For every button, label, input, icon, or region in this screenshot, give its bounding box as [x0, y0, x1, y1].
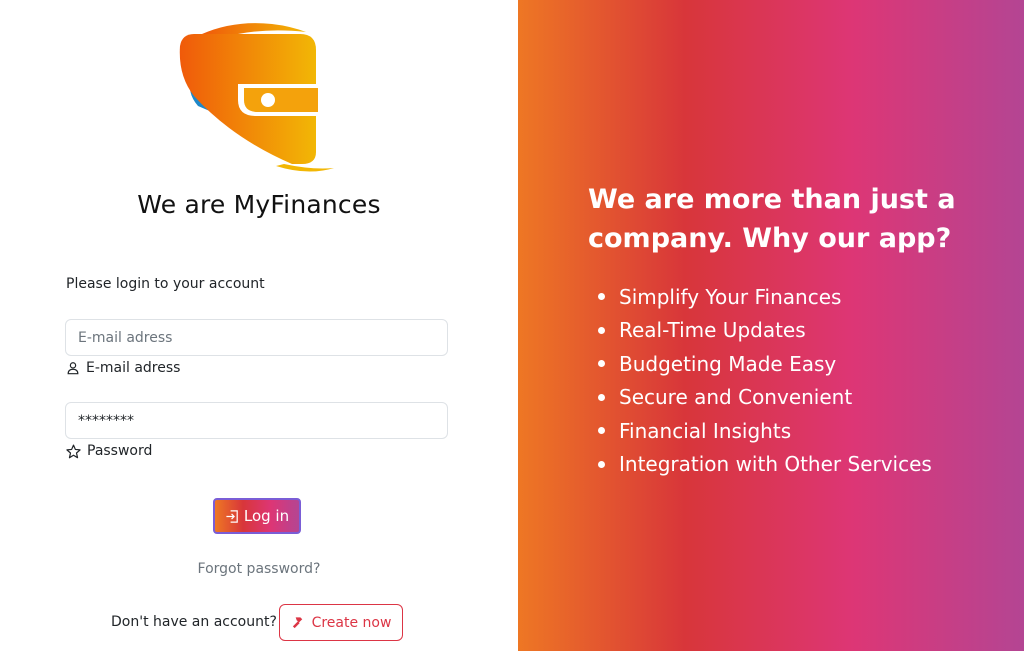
list-item: Secure and Convenient [598, 381, 932, 415]
create-account-label: Create now [311, 614, 392, 631]
feature-text: Budgeting Made Easy [619, 351, 837, 376]
login-icon [226, 509, 238, 523]
list-item: Budgeting Made Easy [598, 347, 932, 381]
password-field[interactable] [65, 402, 448, 439]
list-item: Real-Time Updates [598, 314, 932, 348]
feature-text: Simplify Your Finances [619, 284, 842, 309]
feature-text: Real-Time Updates [619, 318, 806, 343]
password-label-text: Password [87, 443, 153, 459]
bullet-icon [598, 326, 605, 334]
bullet-icon [598, 393, 605, 401]
wallet-logo-icon [179, 23, 334, 172]
hammer-icon [292, 617, 302, 629]
login-panel: We are MyFinances Please login to your a… [0, 0, 518, 651]
person-icon [67, 362, 79, 375]
star-icon [66, 444, 81, 458]
list-item: Integration with Other Services [598, 448, 932, 482]
feature-list: Simplify Your Finances Real-Time Updates… [598, 280, 932, 481]
forgot-password-link[interactable]: Forgot password? [0, 561, 518, 577]
page-title: We are MyFinances [137, 190, 381, 219]
feature-text: Financial Insights [619, 418, 792, 443]
list-item: Simplify Your Finances [598, 280, 932, 314]
list-item: Financial Insights [598, 414, 932, 448]
bullet-icon [598, 293, 605, 301]
feature-text: Integration with Other Services [619, 452, 932, 477]
login-button-label: Log in [243, 507, 290, 525]
email-field[interactable] [65, 319, 448, 356]
create-account-button[interactable]: Create now [279, 604, 403, 641]
promo-headline: We are more than just a company. Why our… [588, 184, 956, 254]
signup-prompt: Don't have an account? [111, 614, 277, 630]
bullet-icon [598, 360, 605, 368]
email-label: E-mail adress [66, 360, 180, 376]
login-prompt: Please login to your account [66, 276, 265, 292]
email-label-text: E-mail adress [86, 360, 181, 376]
feature-text: Secure and Convenient [619, 385, 853, 410]
bullet-icon [598, 427, 605, 435]
login-button[interactable]: Log in [213, 498, 301, 534]
password-label: Password [66, 443, 152, 459]
bullet-icon [598, 460, 605, 468]
